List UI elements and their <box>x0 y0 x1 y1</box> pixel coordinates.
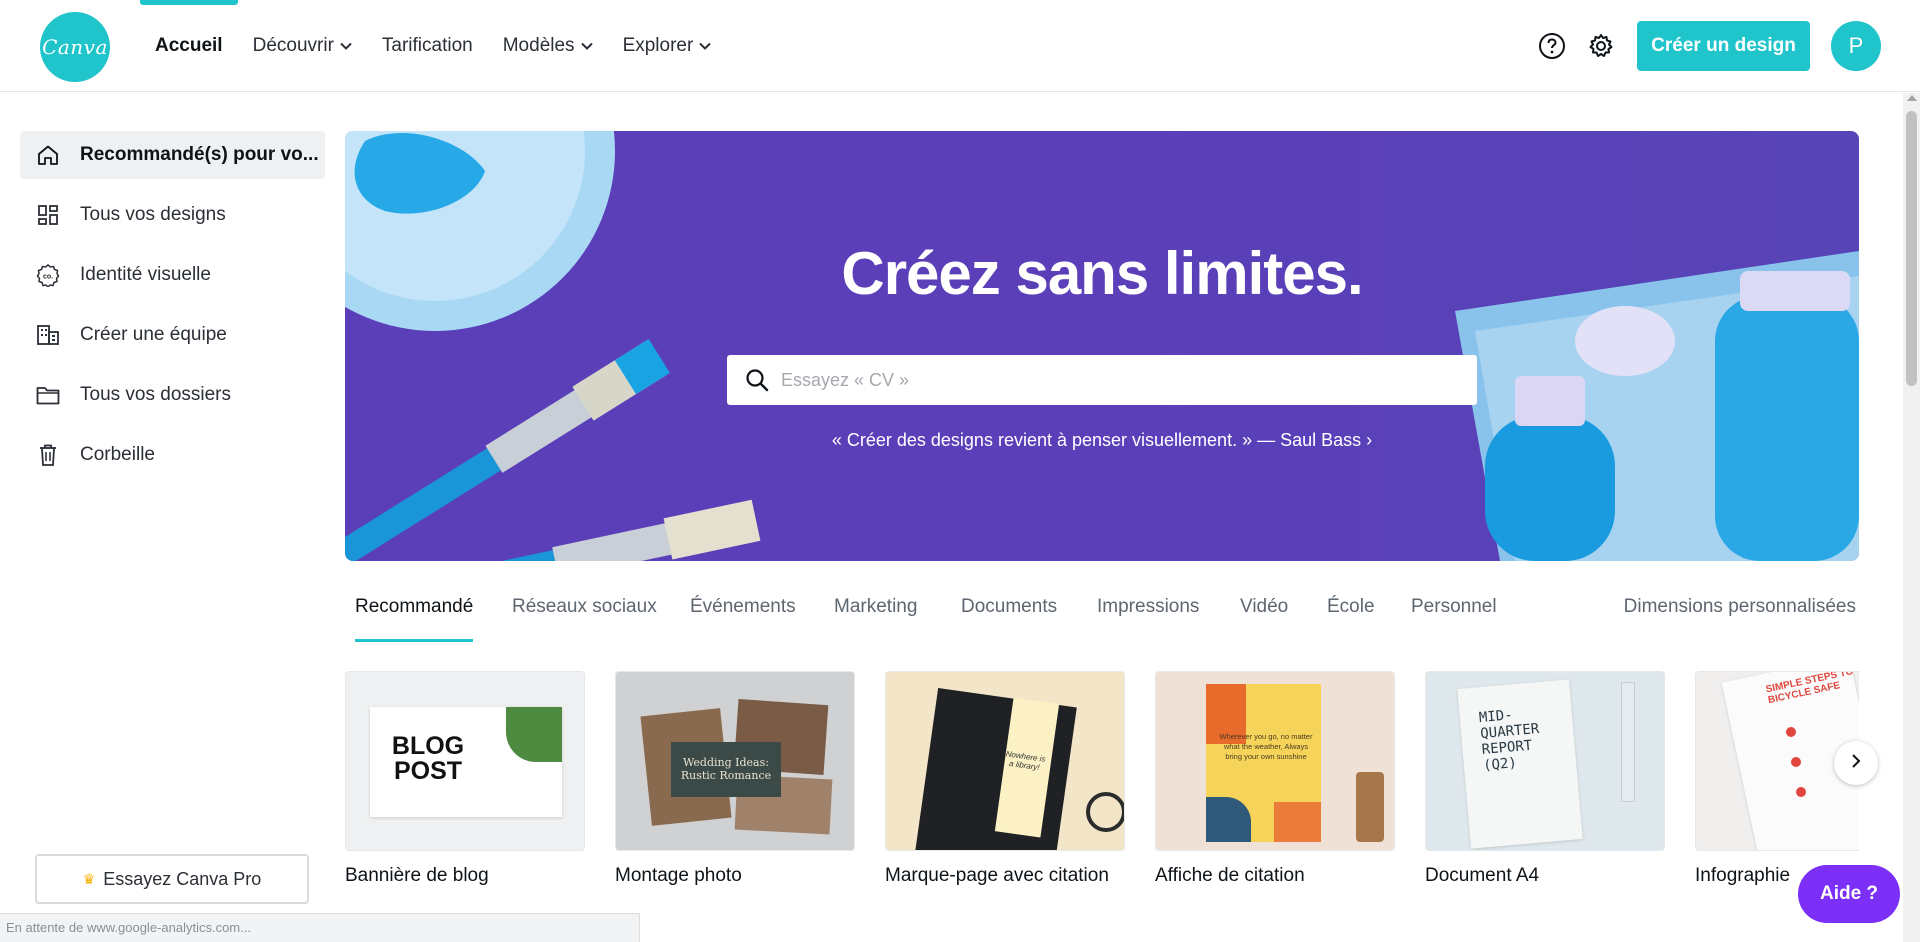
gear-icon[interactable] <box>1587 32 1615 60</box>
template-label: Montage photo <box>615 865 742 886</box>
crown-icon: ♛ <box>82 870 96 887</box>
sidebar-item-trash[interactable]: Corbeille <box>20 431 325 479</box>
sidebar-item-label: Tous vos dossiers <box>80 384 232 405</box>
tab-personnel[interactable]: Personnel <box>1411 596 1497 642</box>
home-icon <box>36 143 60 167</box>
nav-label: Explorer <box>622 35 694 56</box>
search-icon <box>745 368 769 392</box>
template-card[interactable]: Wedding Ideas: Rustic Romance Montage ph… <box>615 671 855 887</box>
sidebar-item-folders[interactable]: Tous vos dossiers <box>20 371 325 419</box>
folder-icon <box>36 383 60 407</box>
try-canva-pro-label: Essayez Canva Pro <box>103 868 262 889</box>
canva-logo[interactable]: Canva <box>40 12 110 82</box>
tab-impressions[interactable]: Impressions <box>1097 596 1199 642</box>
tab-evenements[interactable]: Événements <box>690 596 796 642</box>
template-label: Bannière de blog <box>345 865 489 886</box>
sidebar-item-label: Corbeille <box>80 444 155 465</box>
template-label: Affiche de citation <box>1155 865 1305 886</box>
sidebar-item-recommended[interactable]: Recommandé(s) pour vo... <box>20 131 325 179</box>
template-label: Marque-page avec citation <box>885 865 1109 886</box>
sidebar: Recommandé(s) pour vo... Tous vos design… <box>0 93 340 942</box>
thumb-text: MID-QUARTER REPORT (Q2) <box>1478 707 1540 774</box>
sidebar-item-create-team[interactable]: Créer une équipe <box>20 311 325 359</box>
top-navigation-bar: Canva Accueil Découvrir Tarification Mod… <box>0 0 1920 92</box>
help-button[interactable]: Aide ? <box>1798 865 1900 923</box>
sidebar-item-all-designs[interactable]: Tous vos designs <box>20 191 325 239</box>
chevron-down-icon <box>340 42 352 50</box>
tab-video[interactable]: Vidéo <box>1240 596 1288 642</box>
nav-label: Tarification <box>381 35 473 56</box>
template-card[interactable]: Nowhere is a library! Marque-page avec c… <box>885 671 1125 887</box>
scrollbar-thumb[interactable] <box>1906 111 1917 386</box>
sidebar-item-label: Identité visuelle <box>80 264 211 285</box>
scroll-up-arrow-icon[interactable] <box>1907 95 1917 101</box>
nav-item-modeles[interactable]: Modèles <box>488 0 608 92</box>
avatar[interactable]: P <box>1831 21 1881 71</box>
tab-reseaux-sociaux[interactable]: Réseaux sociaux <box>512 596 657 642</box>
create-design-button[interactable]: Créer un design <box>1637 21 1810 71</box>
custom-dimensions-link[interactable]: Dimensions personnalisées <box>1624 596 1856 618</box>
carousel-next-button[interactable] <box>1834 741 1878 785</box>
brand-kit-icon: co. <box>36 263 60 287</box>
template-thumbnail: MID-QUARTER REPORT (Q2) <box>1425 671 1665 851</box>
nav-label: Accueil <box>155 35 223 56</box>
category-tabs: Recommandé Réseaux sociaux Événements Ma… <box>345 596 1859 642</box>
chevron-down-icon <box>580 42 593 50</box>
sidebar-item-label: Recommandé(s) pour vo... <box>80 144 319 165</box>
template-card[interactable]: BLOG POST Bannière de blog <box>345 671 585 887</box>
main-nav: Accueil Découvrir Tarification Modèles E… <box>140 0 726 92</box>
nav-label: Découvrir <box>252 35 334 56</box>
template-label: Document A4 <box>1425 865 1540 886</box>
thumb-text: Wedding Ideas: Rustic Romance <box>671 742 781 797</box>
hero-decoration <box>345 131 1859 561</box>
template-card[interactable]: SIMPLE STEPS TO BICYCLE SAFE Infographie <box>1695 671 1859 887</box>
template-thumbnail: Nowhere is a library! <box>885 671 1125 851</box>
trash-icon <box>36 443 60 467</box>
sidebar-item-brand-kit[interactable]: co. Identité visuelle <box>20 251 325 299</box>
template-search-bar[interactable] <box>727 355 1477 405</box>
template-carousel: BLOG POST Bannière de blog Wedding Ideas… <box>345 671 1859 891</box>
template-thumbnail: Wedding Ideas: Rustic Romance <box>615 671 855 851</box>
nav-label: Modèles <box>502 35 575 56</box>
tab-recommande[interactable]: Recommandé <box>355 596 474 642</box>
hero-banner: Créez sans limites. « Créer des designs … <box>345 131 1859 561</box>
grid-icon <box>36 203 60 227</box>
nav-item-decouvrir[interactable]: Découvrir <box>238 0 367 92</box>
tab-ecole[interactable]: École <box>1327 596 1375 642</box>
template-thumbnail: BLOG POST <box>345 671 585 851</box>
template-thumbnail: Wherever you go, no matter what the weat… <box>1155 671 1395 851</box>
tab-marketing[interactable]: Marketing <box>834 596 917 642</box>
help-icon[interactable] <box>1538 32 1566 60</box>
nav-item-tarification[interactable]: Tarification <box>367 0 488 92</box>
try-canva-pro-button[interactable]: ♛ Essayez Canva Pro <box>35 854 309 904</box>
sidebar-item-label: Tous vos designs <box>80 204 226 225</box>
template-card[interactable]: MID-QUARTER REPORT (Q2) Document A4 <box>1425 671 1665 887</box>
svg-text:co.: co. <box>43 274 53 281</box>
tab-documents[interactable]: Documents <box>961 596 1057 642</box>
page-scrollbar[interactable] <box>1903 93 1920 942</box>
hero-quote-link[interactable]: « Créer des designs revient à penser vis… <box>345 430 1859 451</box>
thumb-text: BLOG POST <box>391 732 465 785</box>
sidebar-item-label: Créer une équipe <box>80 324 227 345</box>
chevron-right-icon <box>1851 753 1861 774</box>
nav-item-accueil[interactable]: Accueil <box>140 0 238 92</box>
search-input[interactable] <box>781 369 1461 391</box>
chevron-down-icon <box>699 42 712 50</box>
thumb-text: Wherever you go, no matter what the weat… <box>1219 732 1313 761</box>
browser-status-bar: En attente de www.google-analytics.com..… <box>0 913 640 942</box>
building-icon <box>36 323 60 347</box>
hero-title: Créez sans limites. <box>841 240 1363 307</box>
template-card[interactable]: Wherever you go, no matter what the weat… <box>1155 671 1395 887</box>
nav-item-explorer[interactable]: Explorer <box>608 0 727 92</box>
